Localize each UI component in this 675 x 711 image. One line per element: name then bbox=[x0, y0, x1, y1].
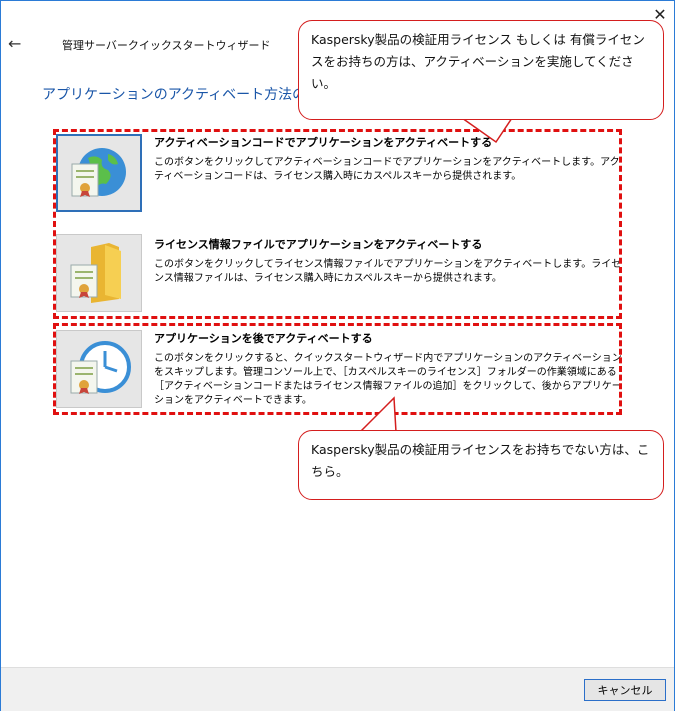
callout-unlicensed: Kaspersky製品の検証用ライセンスをお持ちでない方は、こちら。 bbox=[298, 430, 664, 500]
footer-bar bbox=[1, 667, 674, 711]
cancel-button[interactable]: キャンセル bbox=[584, 679, 666, 701]
callout-licensed: Kaspersky製品の検証用ライセンス もしくは 有償ライセンスをお持ちの方は… bbox=[298, 20, 664, 120]
